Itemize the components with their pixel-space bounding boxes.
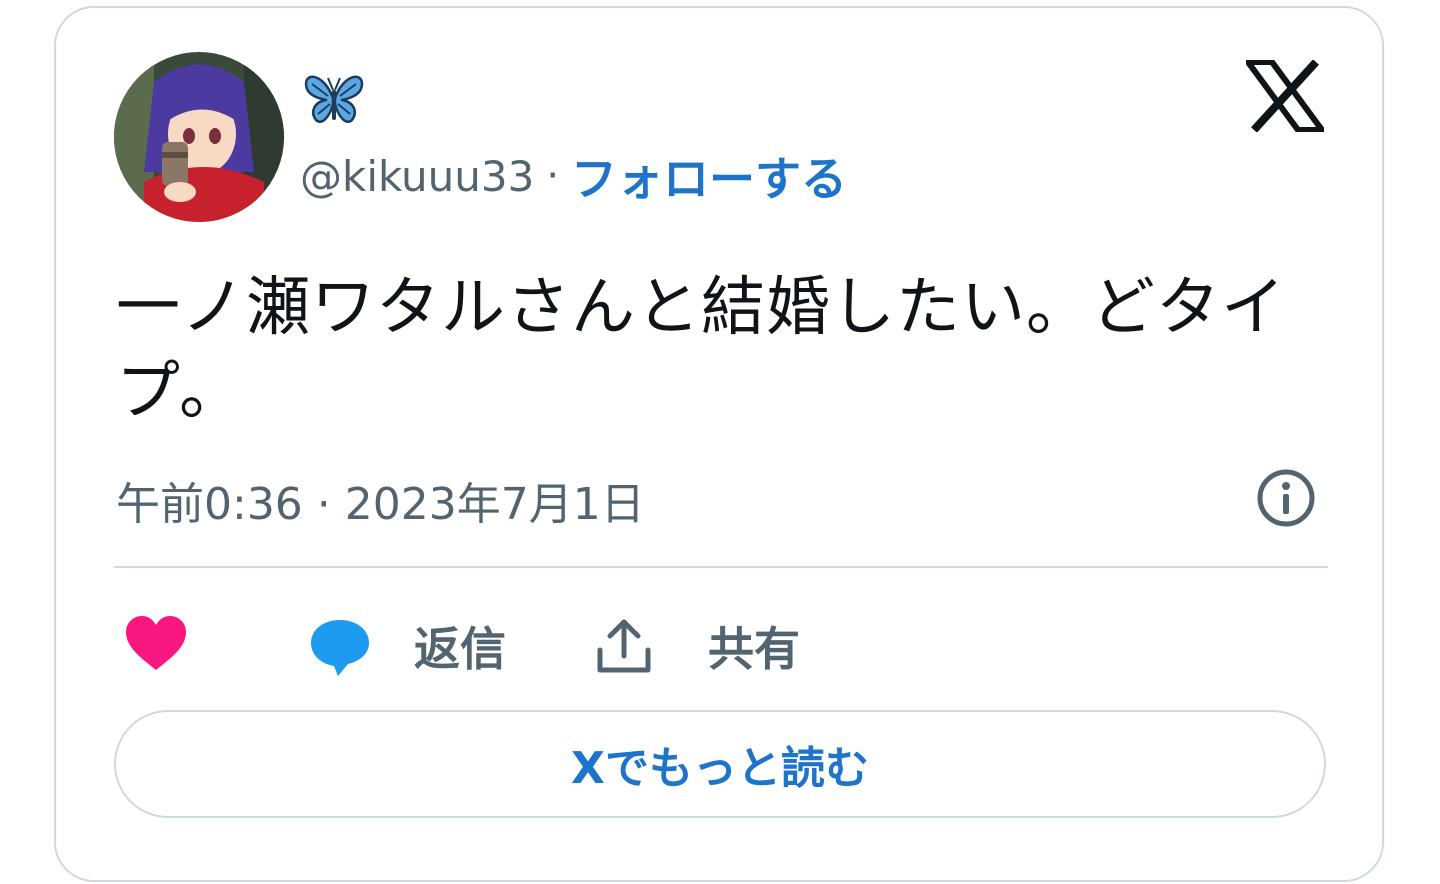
- read-more-label: Xでもっと読む: [571, 743, 869, 794]
- x-logo-icon[interactable]: [1246, 60, 1324, 132]
- heart-icon[interactable]: [124, 612, 188, 676]
- tweet-timestamp[interactable]: 午前0:36 · 2023年7月1日: [116, 468, 645, 532]
- speech-bubble-icon: [311, 620, 369, 676]
- embedded-tweet-card: @kikuuu33 · フォローする 一ノ瀬ワタルさんと結婚したい。どタイプ。 …: [54, 6, 1384, 882]
- avatar[interactable]: [114, 52, 284, 222]
- reply-label: 返信: [414, 622, 506, 676]
- read-more-button[interactable]: Xでもっと読む: [114, 710, 1326, 818]
- share-label: 共有: [708, 622, 800, 676]
- tweet-text: 一ノ瀬ワタルさんと結婚したい。どタイプ。: [116, 271, 1286, 429]
- reply-button[interactable]: 返信: [308, 606, 506, 686]
- author-handle-row: @kikuuu33 · フォローする: [300, 144, 847, 208]
- separator-dot: ·: [546, 153, 560, 199]
- share-button[interactable]: 共有: [592, 606, 800, 686]
- follow-button[interactable]: フォローする: [571, 143, 847, 209]
- author-handle[interactable]: @kikuuu33: [300, 152, 534, 201]
- divider: [114, 566, 1328, 568]
- tweet-actions: 返信 共有: [116, 606, 1316, 686]
- share-upload-icon: [597, 619, 651, 673]
- info-icon[interactable]: [1254, 466, 1318, 530]
- butterfly-icon: [304, 75, 364, 123]
- avatar-image: [114, 52, 284, 222]
